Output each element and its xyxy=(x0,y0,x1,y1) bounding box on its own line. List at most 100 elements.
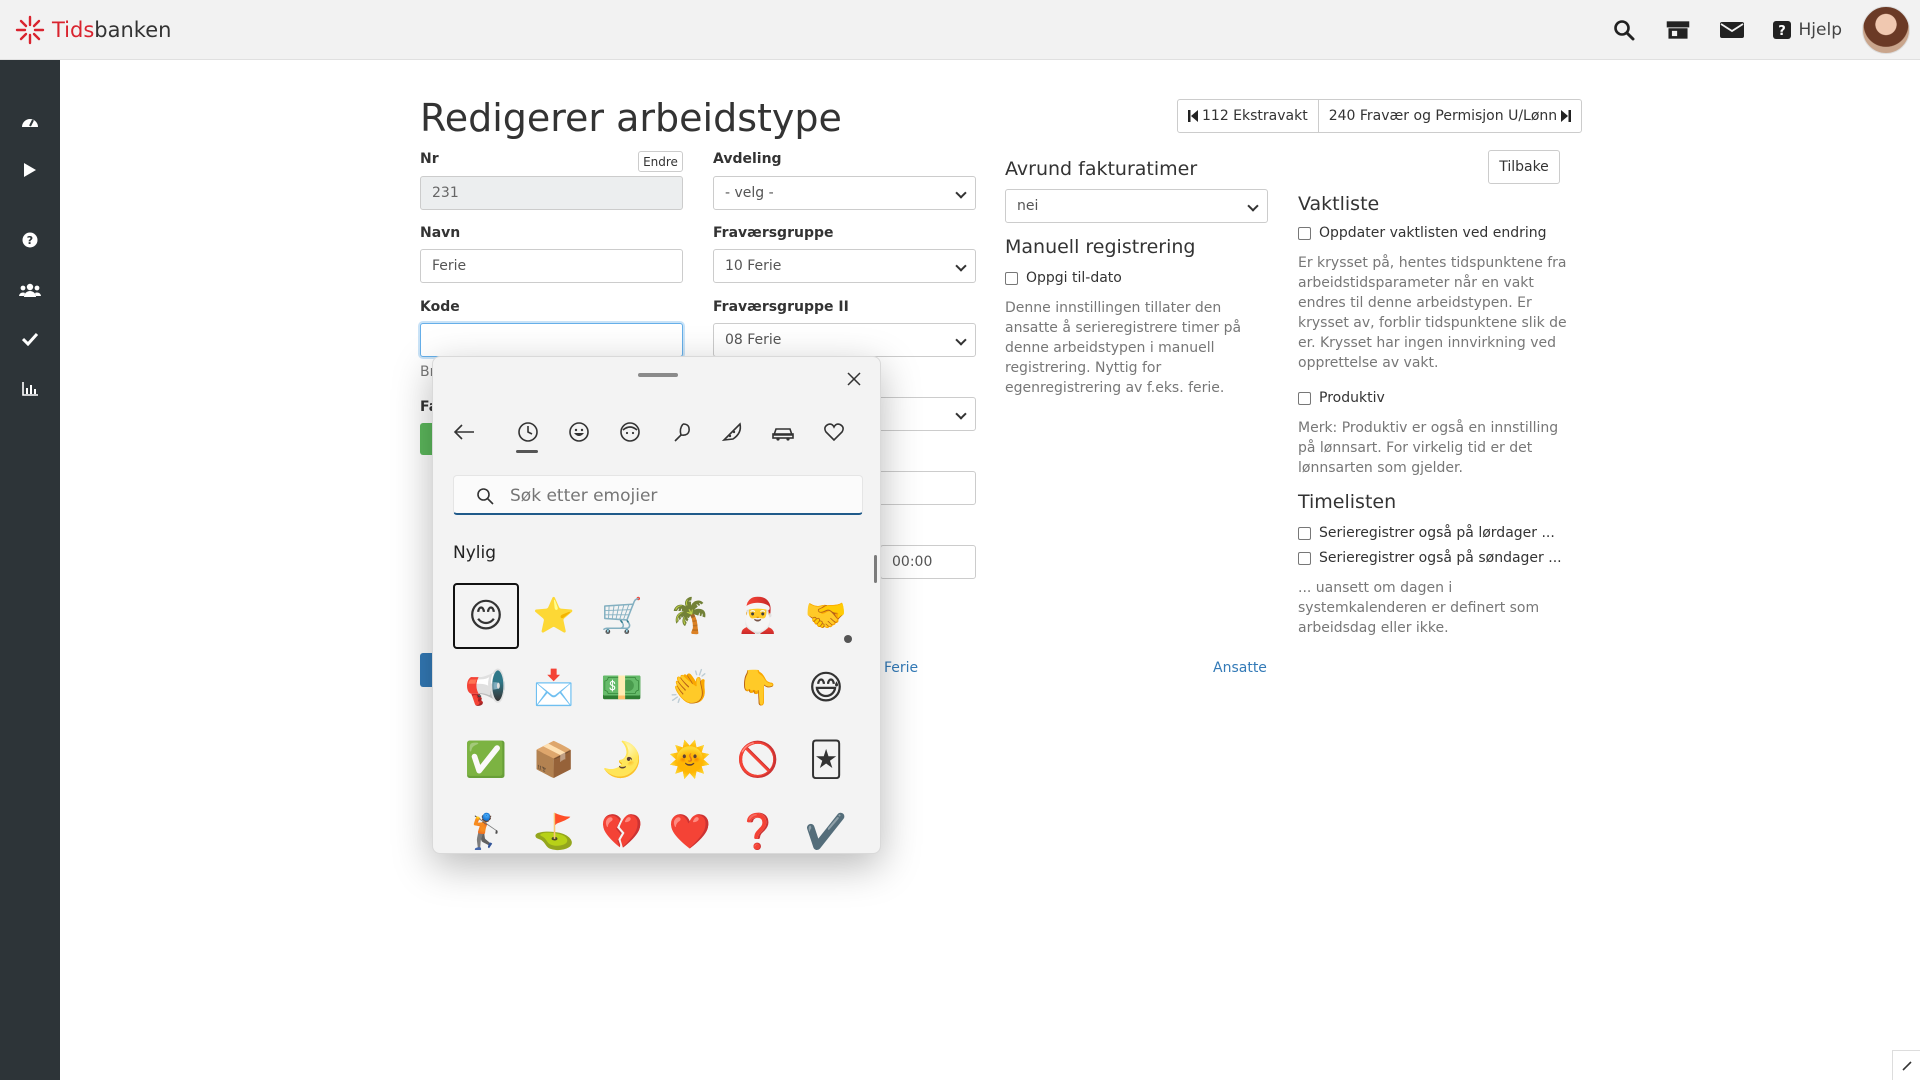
emoji-item[interactable]: 🌞 xyxy=(657,727,723,793)
oppdater-checkbox-row[interactable]: Oppdater vaktlisten ved endring xyxy=(1298,225,1547,241)
help-label: Hjelp xyxy=(1798,20,1842,40)
sondager-label: Serieregistrer også på søndager ... xyxy=(1319,550,1562,566)
emoji-item[interactable]: 🛒 xyxy=(589,583,655,649)
food-category-icon[interactable] xyxy=(717,417,747,447)
drag-handle[interactable] xyxy=(638,373,678,377)
emoji-item[interactable]: 🏌 xyxy=(453,799,519,853)
play-icon[interactable] xyxy=(0,155,60,185)
emoji-item[interactable]: ✔️ xyxy=(793,799,859,853)
emoji-picker: Nylig 😊⭐🛒🌴🎅🤝📢📩💵👏👇😅✅📦🌛🌞🚫🃏🏌⛳💔❤️❓✔️ xyxy=(432,356,881,854)
corner-tool-button[interactable] xyxy=(1892,1050,1920,1080)
logo-icon xyxy=(15,15,45,45)
emoji-item[interactable]: ⭐ xyxy=(521,583,587,649)
ferie-link[interactable]: Ferie xyxy=(884,660,918,676)
vaktliste-help: Er krysset på, hentes tidspunktene fra a… xyxy=(1298,255,1567,371)
back-button[interactable]: Tilbake xyxy=(1488,150,1560,184)
oppgi-checkbox-row[interactable]: Oppgi til-dato xyxy=(1005,270,1122,286)
svg-text:?: ? xyxy=(27,234,33,247)
oppdater-checkbox[interactable] xyxy=(1298,226,1311,240)
emoji-item[interactable]: 😅 xyxy=(793,655,859,721)
fravaersgruppe2-select[interactable]: 08 Ferie xyxy=(713,323,976,357)
emoji-item[interactable]: 🌛 xyxy=(589,727,655,793)
produktiv-checkbox[interactable] xyxy=(1298,391,1311,405)
emoji-item[interactable]: ⛳ xyxy=(521,799,587,853)
fravaersgruppe-label: Fraværsgruppe xyxy=(713,225,834,241)
lordager-checkbox[interactable] xyxy=(1298,526,1311,540)
emoji-item[interactable]: ❤️ xyxy=(657,799,723,853)
emoji-search-input[interactable] xyxy=(510,484,840,508)
travel-category-icon[interactable] xyxy=(768,417,798,447)
emoji-item[interactable]: ✅ xyxy=(453,727,519,793)
endre-button[interactable]: Endre xyxy=(638,151,683,172)
emoji-scrollbar[interactable] xyxy=(874,555,877,583)
emoji-item[interactable]: ❓ xyxy=(725,799,791,853)
emoji-item[interactable]: 🃏 xyxy=(793,727,859,793)
recent-clock-icon[interactable] xyxy=(513,417,543,447)
timelisten-help: ... uansett om dagen i systemkalenderen … xyxy=(1298,580,1540,636)
emoji-item[interactable]: 📩 xyxy=(521,655,587,721)
oppdater-label: Oppdater vaktlisten ved endring xyxy=(1319,225,1547,241)
users-icon[interactable] xyxy=(0,275,60,305)
emoji-item[interactable]: 📦 xyxy=(521,727,587,793)
record-navigation: 112 Ekstravakt 240 Fravær og Permisjon U… xyxy=(1177,99,1583,133)
sondager-checkbox[interactable] xyxy=(1298,551,1311,565)
emoji-item[interactable]: 👏 xyxy=(657,655,723,721)
recent-section-label: Nylig xyxy=(453,543,497,563)
store-icon[interactable] xyxy=(1665,17,1691,43)
kode-label: Kode xyxy=(420,299,460,315)
step-forward-icon xyxy=(1561,110,1572,122)
header-actions: ? Hjelp xyxy=(1611,0,1920,60)
nr-label: Nr xyxy=(420,151,439,167)
avatar[interactable] xyxy=(1862,6,1910,54)
emoji-item[interactable]: 💵 xyxy=(589,655,655,721)
search-icon[interactable] xyxy=(1611,17,1637,43)
prev-record-label: 112 Ekstravakt xyxy=(1202,108,1308,124)
oppgi-checkbox[interactable] xyxy=(1005,271,1018,285)
page-title: Redigerer arbeidstype xyxy=(420,96,842,140)
emoji-item[interactable]: 🎅 xyxy=(725,583,791,649)
smiley-category-icon[interactable] xyxy=(564,417,594,447)
dashboard-icon[interactable] xyxy=(0,106,60,136)
nature-category-icon[interactable] xyxy=(666,417,696,447)
vaktliste-title: Vaktliste xyxy=(1298,193,1380,215)
oppgi-label: Oppgi til-dato xyxy=(1026,270,1122,286)
ansatte-link[interactable]: Ansatte xyxy=(1213,660,1267,676)
lordager-label: Serieregistrer også på lørdager ... xyxy=(1319,525,1555,541)
heart-category-icon[interactable] xyxy=(819,417,849,447)
emoji-search-box[interactable] xyxy=(453,475,863,515)
mail-icon[interactable] xyxy=(1719,17,1745,43)
people-category-icon[interactable] xyxy=(615,417,645,447)
kode-field[interactable] xyxy=(420,323,683,357)
prev-record-button[interactable]: 112 Ekstravakt xyxy=(1178,100,1318,132)
help-link[interactable]: ? Hjelp xyxy=(1772,20,1842,40)
fravaersgruppe-select[interactable]: 10 Ferie xyxy=(713,249,976,283)
sondager-checkbox-row[interactable]: Serieregistrer også på søndager ... xyxy=(1298,550,1562,566)
navn-field[interactable]: Ferie xyxy=(420,249,683,283)
emoji-item[interactable]: 💔 xyxy=(589,799,655,853)
check-icon[interactable] xyxy=(0,324,60,354)
next-record-label: 240 Fravær og Permisjon U/Lønn xyxy=(1328,108,1558,124)
fravaersgruppe2-label: Fraværsgruppe II xyxy=(713,299,849,315)
emoji-item[interactable]: 📢 xyxy=(453,655,519,721)
nr-field: 231 xyxy=(420,176,683,210)
produktiv-checkbox-row[interactable]: Produktiv xyxy=(1298,390,1385,406)
lordager-checkbox-row[interactable]: Serieregistrer også på lørdager ... xyxy=(1298,525,1555,541)
produktiv-label: Produktiv xyxy=(1319,390,1385,406)
logo[interactable]: Tidsbanken xyxy=(14,14,171,46)
close-icon[interactable] xyxy=(842,367,866,391)
question-icon: ? xyxy=(1772,21,1791,39)
avrund-select[interactable]: nei xyxy=(1005,189,1268,223)
top-bar: Tidsbanken ? Hjelp xyxy=(0,0,1920,60)
emoji-item[interactable]: 🚫 xyxy=(725,727,791,793)
avdeling-select[interactable]: - velg - xyxy=(713,176,976,210)
manuell-title: Manuell registrering xyxy=(1005,236,1196,258)
emoji-item[interactable]: 🌴 xyxy=(657,583,723,649)
back-arrow-icon[interactable] xyxy=(449,417,479,447)
emoji-item[interactable]: 👇 xyxy=(725,655,791,721)
next-record-button[interactable]: 240 Fravær og Permisjon U/Lønn xyxy=(1317,100,1581,132)
chart-icon[interactable] xyxy=(0,374,60,404)
emoji-item[interactable]: 😊 xyxy=(453,583,519,649)
pen-icon xyxy=(1901,1060,1912,1071)
time-field[interactable]: 00:00 xyxy=(880,545,976,579)
help-circle-icon[interactable]: ? xyxy=(0,225,60,255)
